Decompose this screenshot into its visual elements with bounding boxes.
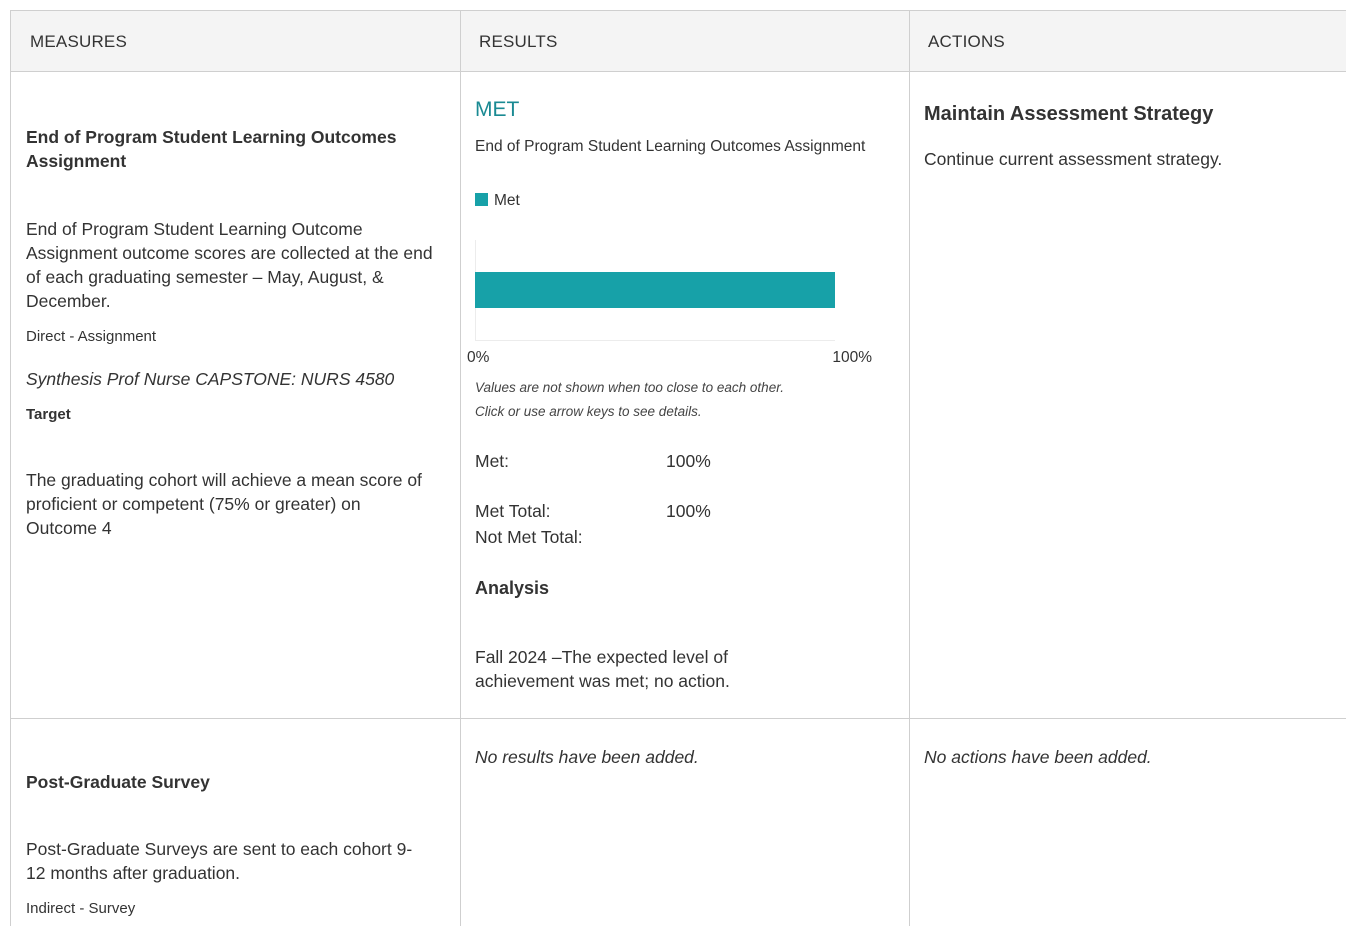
- chart-legend[interactable]: Met: [475, 189, 520, 213]
- measures-results-actions-table: MEASURES RESULTS ACTIONS End of Program …: [10, 10, 1346, 926]
- result-status: MET: [475, 98, 520, 121]
- action-text: Continue current assessment strategy.: [924, 149, 1223, 169]
- measure-type: Indirect - Survey: [26, 900, 136, 917]
- no-actions-message: No actions have been added.: [924, 747, 1152, 767]
- column-divider: [460, 11, 461, 926]
- legend-swatch: [475, 193, 488, 206]
- row-divider: [11, 718, 1346, 719]
- header-measures: MEASURES: [11, 11, 460, 72]
- chart-title: End of Program Student Learning Outcomes…: [475, 138, 866, 155]
- measure-title: Post-Graduate Survey: [26, 772, 210, 792]
- target-text: The graduating cohort will achieve a mea…: [26, 470, 422, 538]
- measure-type: Direct - Assignment: [26, 328, 157, 345]
- measure-title: End of Program Student Learning Outcomes…: [26, 127, 397, 171]
- measure-course: Synthesis Prof Nurse CAPSTONE: NURS 4580: [26, 369, 395, 389]
- met-total-value: 100%: [666, 501, 711, 521]
- action-title: Maintain Assessment Strategy: [924, 103, 1214, 125]
- met-label: Met:: [475, 451, 510, 471]
- bar-met[interactable]: [475, 272, 835, 308]
- column-divider: [909, 11, 910, 926]
- x-tick-label-1: 100%: [832, 349, 872, 366]
- not-met-total-label: Not Met Total:: [475, 527, 583, 547]
- analysis-label: Analysis: [475, 578, 550, 598]
- measure-description: Post-Graduate Surveys are sent to each c…: [26, 839, 413, 883]
- measure-description: End of Program Student Learning Outcome …: [26, 219, 433, 311]
- no-results-message: No results have been added.: [475, 747, 699, 767]
- met-value: 100%: [666, 451, 711, 471]
- x-tick-label-0: 0%: [467, 349, 490, 366]
- legend-label: Met: [494, 192, 520, 209]
- header-actions: ACTIONS: [909, 11, 1346, 72]
- met-total-label: Met Total:: [475, 501, 551, 521]
- chart-note-1: Values are not shown when too close to e…: [475, 380, 784, 395]
- header-results: RESULTS: [460, 11, 909, 72]
- result-bar-chart[interactable]: 0% 100%: [461, 236, 881, 376]
- analysis-text: Fall 2024 –The expected level of achieve…: [475, 647, 730, 691]
- chart-note-2: Click or use arrow keys to see details.: [475, 404, 702, 419]
- target-label: Target: [26, 406, 71, 423]
